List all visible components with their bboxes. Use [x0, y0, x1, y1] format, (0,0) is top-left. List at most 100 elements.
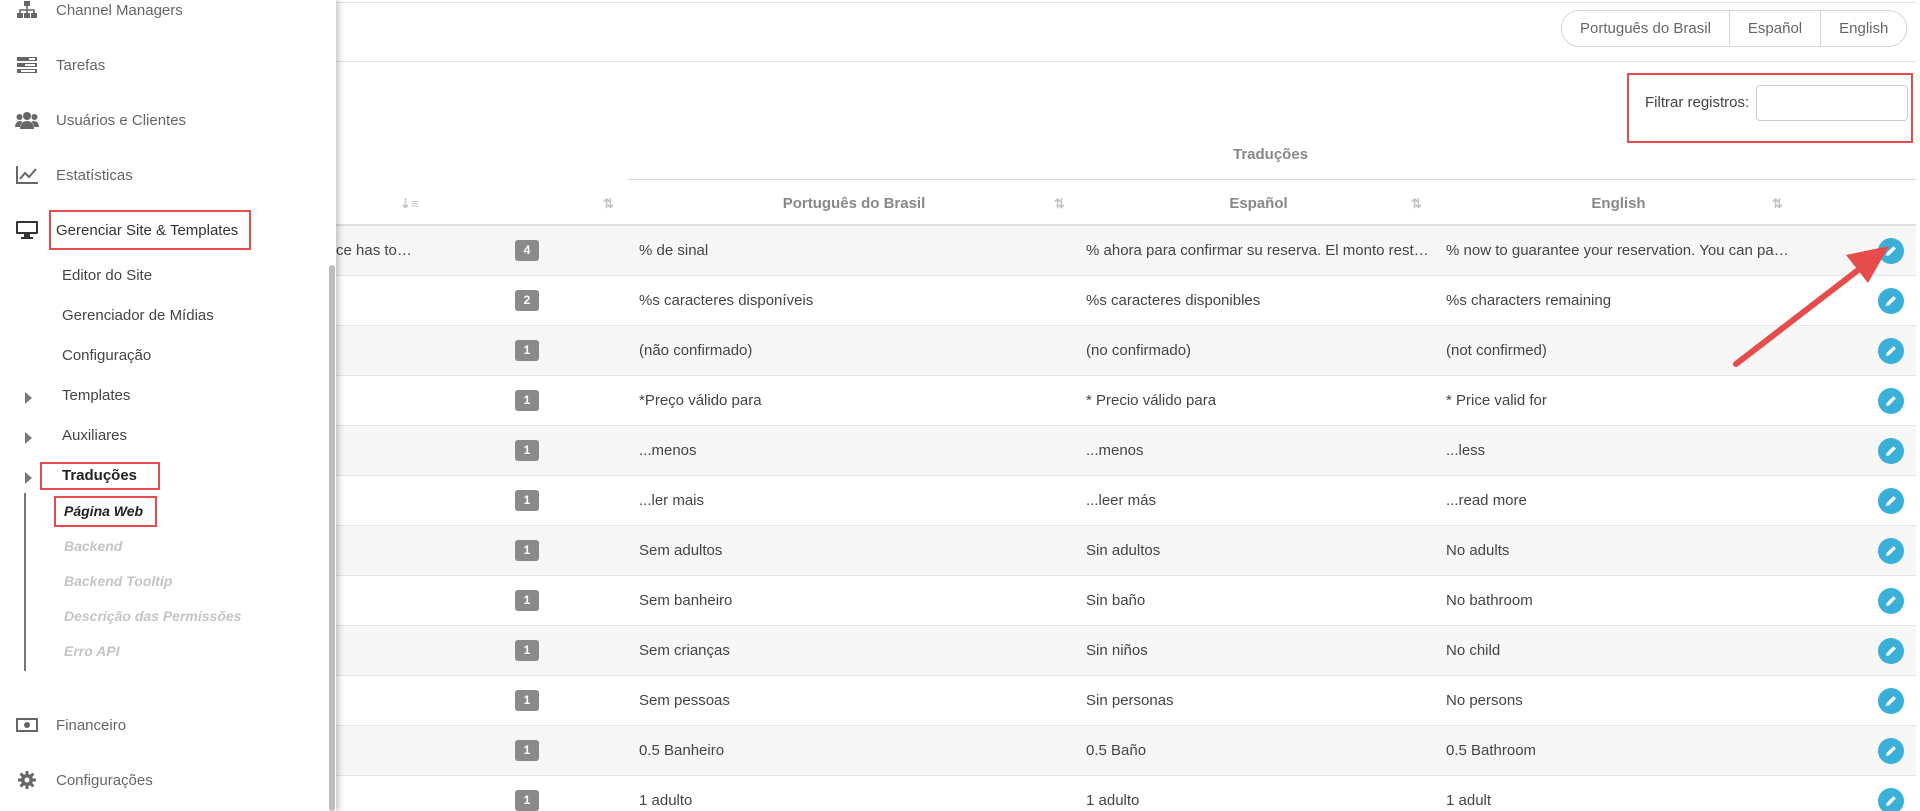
sidebar-item-tarefas[interactable]: Tarefas: [0, 50, 330, 80]
submenu-editor-do-site[interactable]: Editor do Site: [62, 267, 152, 284]
filter-label: Filtrar registros:: [1645, 94, 1750, 111]
edit-button[interactable]: [1878, 388, 1904, 414]
desktop-icon: [14, 219, 40, 241]
submenu-tree-line: [24, 493, 26, 671]
submenu-auxiliares[interactable]: Auxiliares: [62, 427, 127, 444]
sort-es-icon[interactable]: ⇅: [1411, 184, 1422, 224]
submenu-gerenciador-midias[interactable]: Gerenciador de Mídias: [62, 307, 214, 324]
en-cell: No bathroom: [1446, 592, 1533, 609]
table-row: 1 *Preço válido para * Precio válido para *…: [336, 376, 1916, 426]
caret-right-icon[interactable]: [25, 432, 32, 444]
edit-button[interactable]: [1878, 788, 1904, 811]
count-badge: 1: [515, 390, 539, 411]
en-cell: % now to guarantee your reservation. You…: [1446, 242, 1791, 259]
pencil-icon: [1886, 696, 1896, 706]
caret-right-icon[interactable]: [25, 392, 32, 404]
sidebar-item-label: Usuários e Clientes: [56, 111, 187, 129]
sidebar-item-label: Estatísticas: [56, 166, 133, 184]
submenu-backend-tooltip[interactable]: Backend Tooltip: [64, 573, 172, 589]
pt-cell: %s caracteres disponíveis: [639, 292, 814, 309]
es-cell: 0.5 Baño: [1086, 742, 1147, 759]
key-cell: ce has to b...: [336, 242, 416, 259]
lang-button-es[interactable]: Español: [1730, 11, 1822, 46]
count-badge: 1: [515, 640, 539, 661]
es-cell: Sin baño: [1086, 592, 1146, 609]
pt-cell: *Preço válido para: [639, 392, 762, 409]
submenu-erro-api[interactable]: Erro API: [64, 643, 120, 659]
es-cell: Sin adultos: [1086, 542, 1161, 559]
sidebar-item-configuracoes[interactable]: Configurações: [0, 765, 330, 795]
sort-amount-icon[interactable]: ⇣≡: [400, 184, 418, 224]
edit-button[interactable]: [1878, 238, 1904, 264]
en-cell: (not confirmed): [1446, 342, 1547, 359]
edit-button[interactable]: [1878, 288, 1904, 314]
group-divider: [628, 179, 1916, 180]
count-badge: 1: [515, 340, 539, 361]
sidebar-item-estatisticas[interactable]: Estatísticas: [0, 160, 330, 190]
caret-right-icon[interactable]: [25, 472, 32, 484]
edit-button[interactable]: [1878, 738, 1904, 764]
title-divider: [336, 61, 1916, 62]
sidebar-item-label: Channel Managers: [56, 1, 183, 19]
es-cell: Sin personas: [1086, 692, 1174, 709]
highlight-box: [49, 210, 251, 250]
edit-button[interactable]: [1878, 338, 1904, 364]
table-row: 1 Sem banheiro Sin baño No bathroom: [336, 576, 1916, 626]
pencil-icon: [1886, 596, 1896, 606]
pencil-icon: [1886, 346, 1896, 356]
table-header: ⇣≡ ⇅ Português do Brasil ⇅ Español ⇅ Eng…: [336, 184, 1916, 226]
submenu-descricao-permissoes[interactable]: Descrição das Permissões: [64, 608, 241, 624]
edit-button[interactable]: [1878, 538, 1904, 564]
lang-button-en[interactable]: English: [1821, 11, 1906, 46]
es-cell: %s caracteres disponibles: [1086, 292, 1261, 309]
edit-button[interactable]: [1878, 438, 1904, 464]
table-row: 1 ...ler mais ...leer más ...read more: [336, 476, 1916, 526]
pencil-icon: [1886, 746, 1896, 756]
column-header-en[interactable]: English: [1446, 184, 1791, 224]
column-header-es[interactable]: Español: [1086, 184, 1431, 224]
filter-input[interactable]: [1756, 85, 1908, 121]
table-row: 1 Sem adultos Sin adultos No adults: [336, 526, 1916, 576]
sidebar-item-usuarios[interactable]: Usuários e Clientes: [0, 105, 330, 135]
sidebar-item-channel-managers[interactable]: Channel Managers: [0, 0, 330, 25]
pencil-icon: [1886, 296, 1896, 306]
sidebar-scrollbar[interactable]: [329, 265, 335, 811]
submenu-backend[interactable]: Backend: [64, 538, 122, 554]
lang-button-pt[interactable]: Português do Brasil: [1562, 11, 1730, 46]
edit-button[interactable]: [1878, 488, 1904, 514]
edit-button[interactable]: [1878, 688, 1904, 714]
edit-button[interactable]: [1878, 588, 1904, 614]
pt-cell: (não confirmado): [639, 342, 753, 359]
sidebar-item-label: Configurações: [56, 771, 153, 789]
count-badge: 1: [515, 790, 539, 811]
line-chart-icon: [14, 164, 40, 186]
submenu-configuracao[interactable]: Configuração: [62, 347, 151, 364]
sitemap-icon: [14, 0, 40, 21]
sidebar-item-label: Financeiro: [56, 716, 127, 734]
users-icon: [14, 109, 40, 131]
count-badge: 1: [515, 690, 539, 711]
pt-cell: Sem crianças: [639, 642, 730, 659]
en-cell: No child: [1446, 642, 1501, 659]
column-header-pt[interactable]: Português do Brasil: [639, 184, 1069, 224]
en-cell: %s characters remaining: [1446, 292, 1612, 309]
table-row: 1 Sem pessoas Sin personas No persons: [336, 676, 1916, 726]
edit-button[interactable]: [1878, 638, 1904, 664]
submenu-templates[interactable]: Templates: [62, 387, 130, 404]
es-cell: (no confirmado): [1086, 342, 1192, 359]
sidebar-item-financeiro[interactable]: Financeiro: [0, 710, 330, 740]
table-row: ce has to b... 4 % de sinal % ahora para co…: [336, 226, 1916, 276]
sort-count-icon[interactable]: ⇅: [603, 184, 614, 224]
pt-cell: 0.5 Banheiro: [639, 742, 725, 759]
pencil-icon: [1886, 396, 1896, 406]
sort-en-icon[interactable]: ⇅: [1772, 184, 1783, 224]
translations-group-header: Traduções: [1232, 146, 1309, 163]
pt-cell: Sem adultos: [639, 542, 723, 559]
highlight-box: [54, 496, 157, 527]
count-badge: 4: [515, 240, 539, 261]
money-icon: [14, 714, 40, 736]
en-cell: ...read more: [1446, 492, 1527, 509]
sort-pt-icon[interactable]: ⇅: [1054, 184, 1065, 224]
count-badge: 2: [515, 290, 539, 311]
translations-table-body: ce has to b... 4 % de sinal % ahora para co…: [336, 226, 1916, 811]
